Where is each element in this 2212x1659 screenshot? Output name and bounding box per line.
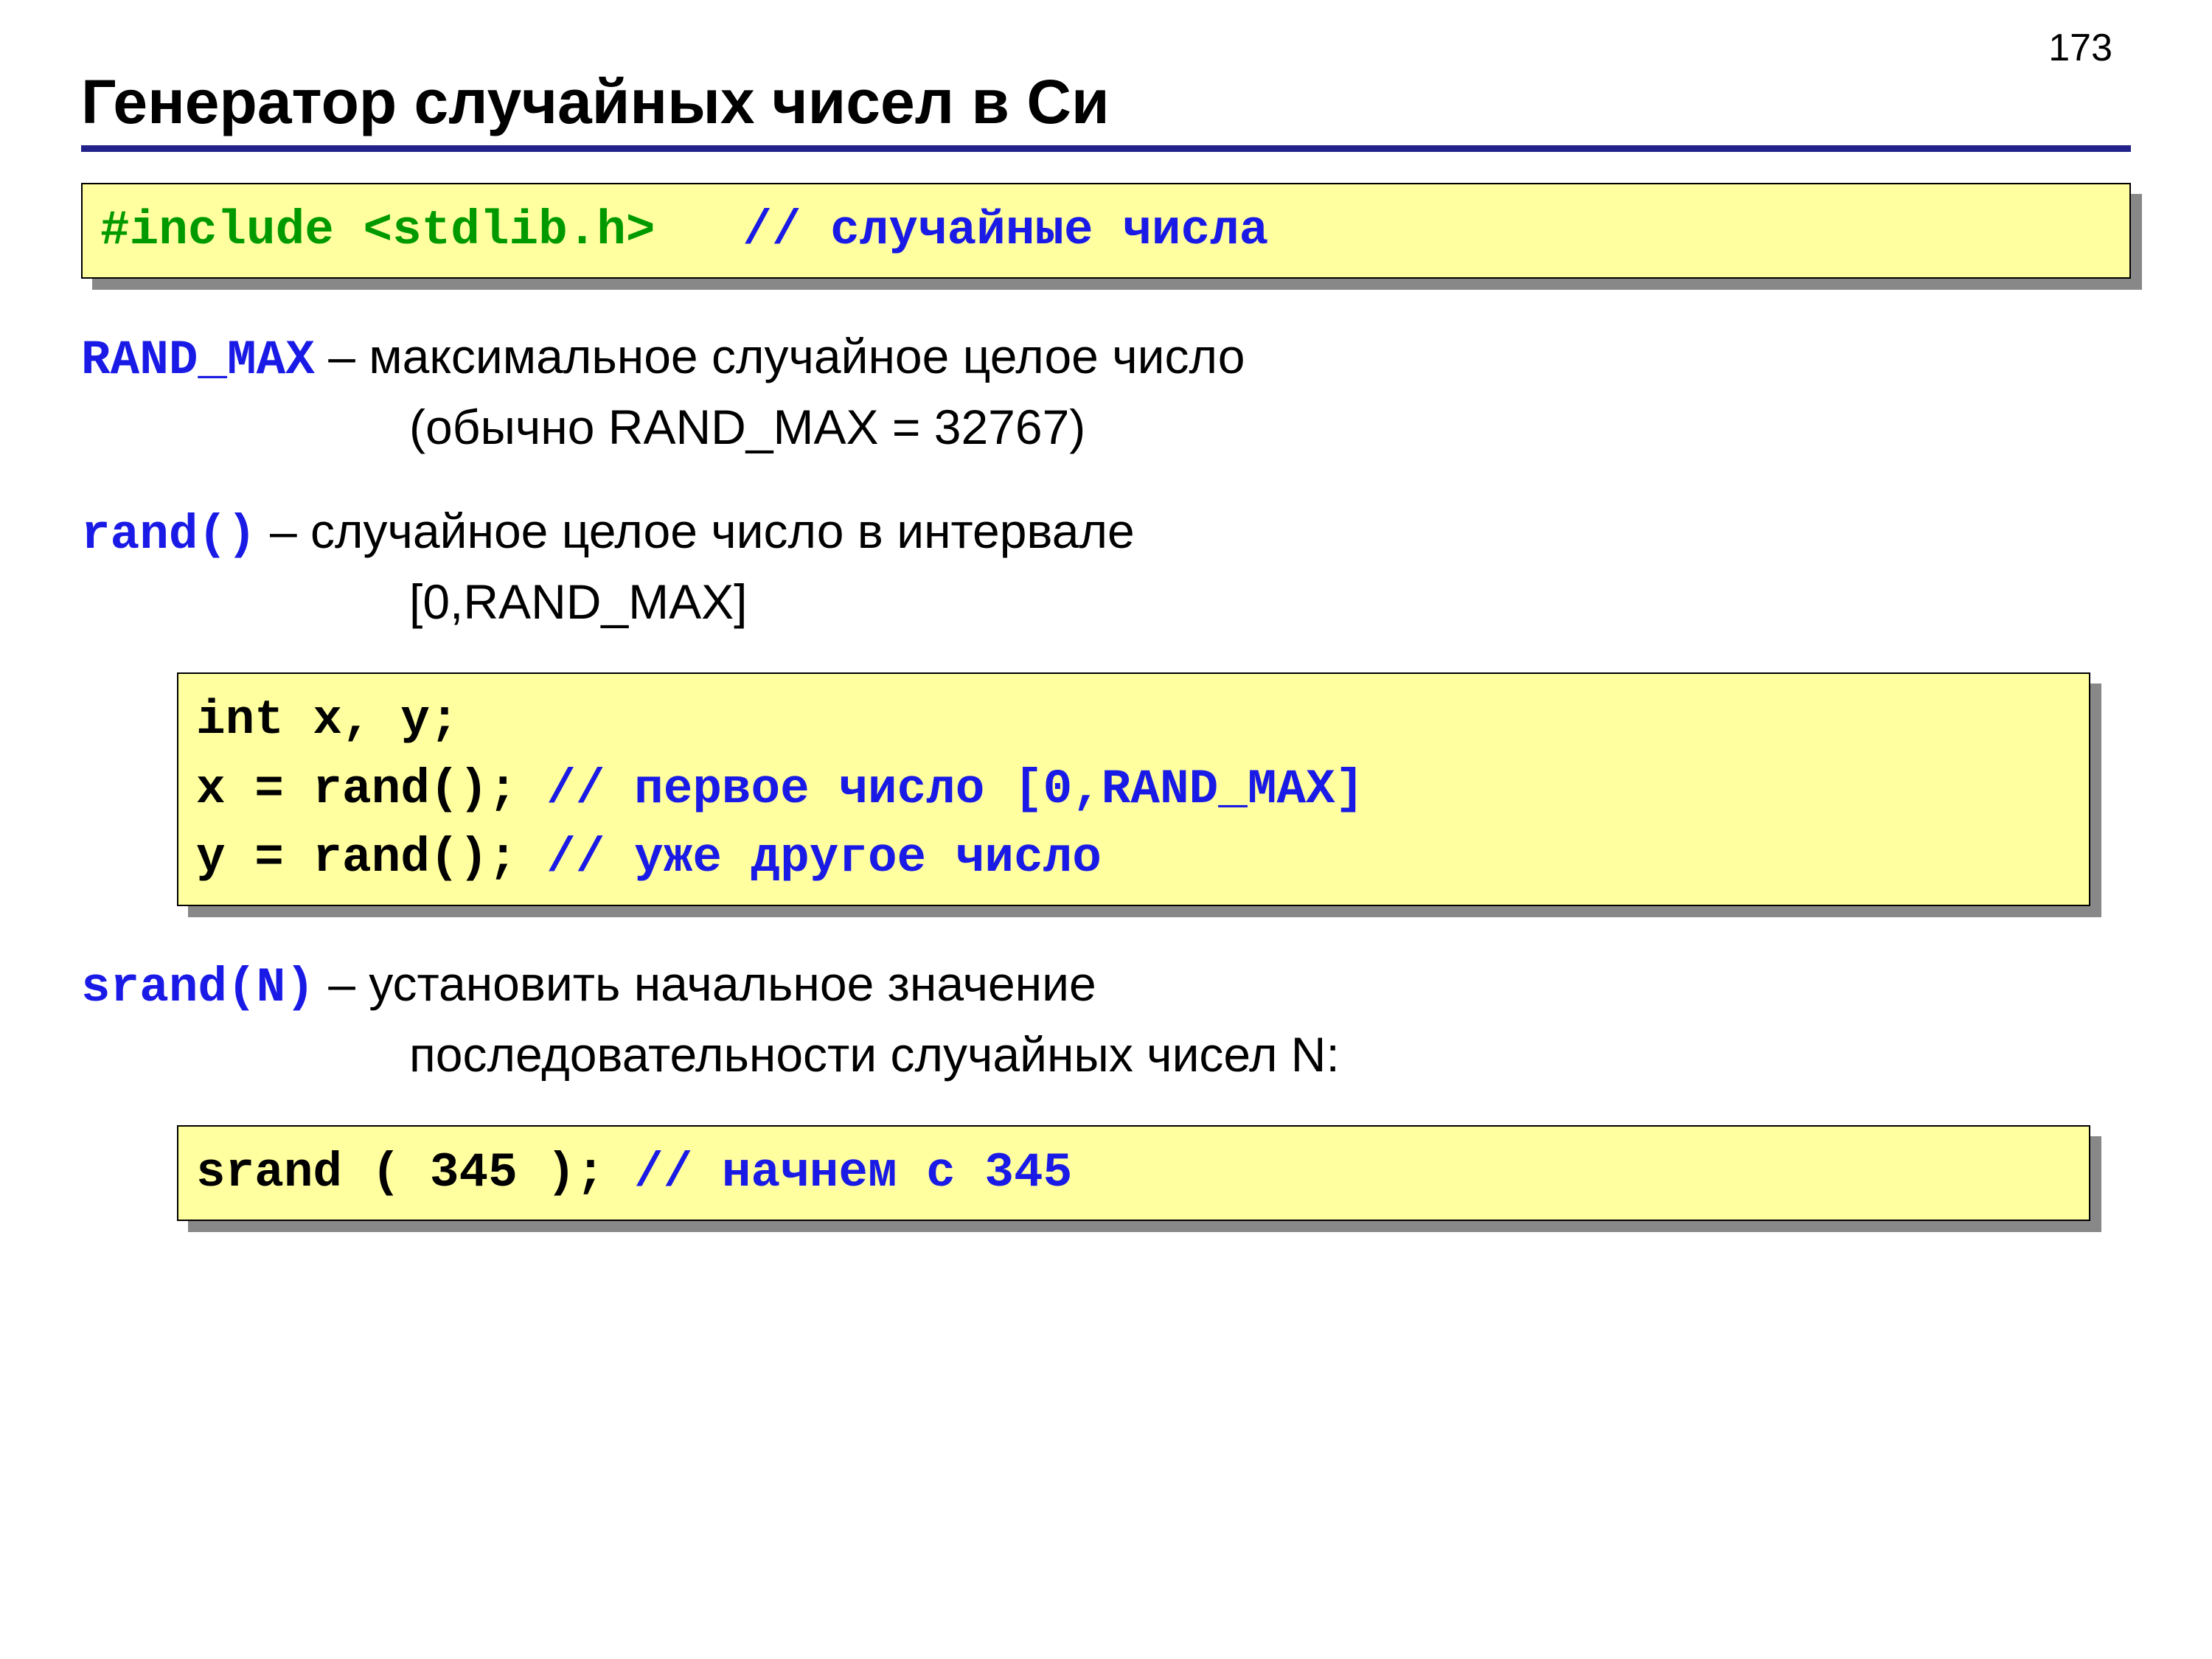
slide-title: Генератор случайных чисел в Си xyxy=(81,66,2131,138)
keyword-rand: rand() xyxy=(81,507,257,563)
def-rand: rand() – случайное целое число в интерва… xyxy=(81,498,2131,636)
page-number: 173 xyxy=(2048,26,2112,70)
code-srand-usage: srand ( 345 ); // начнем с 345 xyxy=(177,1125,2090,1221)
keyword-srand: srand(N) xyxy=(81,960,315,1015)
code-include: #include <stdlib.h> // случайные числа xyxy=(81,183,2131,279)
def-srand: srand(N) – установить начальное значение… xyxy=(81,950,2131,1088)
slide: 173 Генератор случайных чисел в Си #incl… xyxy=(0,0,2212,1659)
def-randmax: RAND_MAX – максимальное случайное целое … xyxy=(81,323,2131,461)
code-comment: // случайные числа xyxy=(742,203,1268,258)
code-rand-usage: int x, y; x = rand(); // первое число [0… xyxy=(177,672,2090,906)
title-underline xyxy=(81,145,2131,152)
keyword-randmax: RAND_MAX xyxy=(81,333,315,388)
code-text: #include <stdlib.h> xyxy=(100,203,655,258)
